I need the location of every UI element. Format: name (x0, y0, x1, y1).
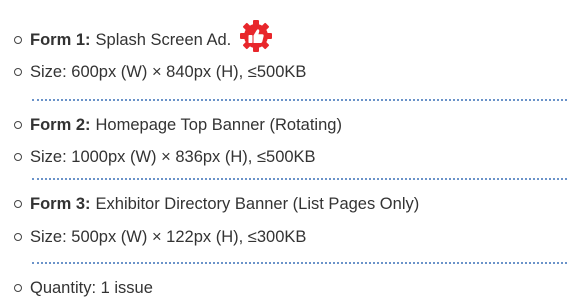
form-1-item: Form 1: Splash Screen Ad. (14, 20, 273, 54)
form-1-text: Splash Screen Ad. (95, 31, 232, 49)
form-1-size-item: Size: 600px (W) × 840px (H), ≤500KB (14, 58, 306, 86)
form-1-label: Form 1: (30, 31, 91, 49)
form-3-item: Form 3: Exhibitor Directory Banner (List… (14, 190, 419, 218)
bullet-icon (14, 153, 22, 161)
quantity-text: Quantity: 1 issue (30, 279, 153, 297)
bullet-icon (14, 121, 22, 129)
form-2-size-item: Size: 1000px (W) × 836px (H), ≤500KB (14, 143, 316, 171)
bullet-icon (14, 284, 22, 292)
form-3-size-item: Size: 500px (W) × 122px (H), ≤300KB (14, 223, 306, 251)
form-3-size-text: Size: 500px (W) × 122px (H), ≤300KB (30, 228, 307, 246)
form-3-label: Form 3: (30, 195, 91, 213)
form-1-size-text: Size: 600px (W) × 840px (H), ≤500KB (30, 63, 307, 81)
bullet-icon (14, 233, 22, 241)
form-2-text: Homepage Top Banner (Rotating) (95, 116, 342, 134)
quantity-item: Quantity: 1 issue (14, 274, 153, 302)
form-2-size-text: Size: 1000px (W) × 836px (H), ≤500KB (30, 148, 316, 166)
bullet-icon (14, 200, 22, 208)
divider (32, 262, 569, 264)
form-2-label: Form 2: (30, 116, 91, 134)
thumbs-up-gear-icon (239, 19, 273, 53)
divider (32, 99, 569, 101)
bullet-icon (14, 68, 22, 76)
form-3-text: Exhibitor Directory Banner (List Pages O… (95, 195, 420, 213)
divider (32, 178, 569, 180)
bullet-icon (14, 36, 22, 44)
form-2-item: Form 2: Homepage Top Banner (Rotating) (14, 111, 342, 139)
